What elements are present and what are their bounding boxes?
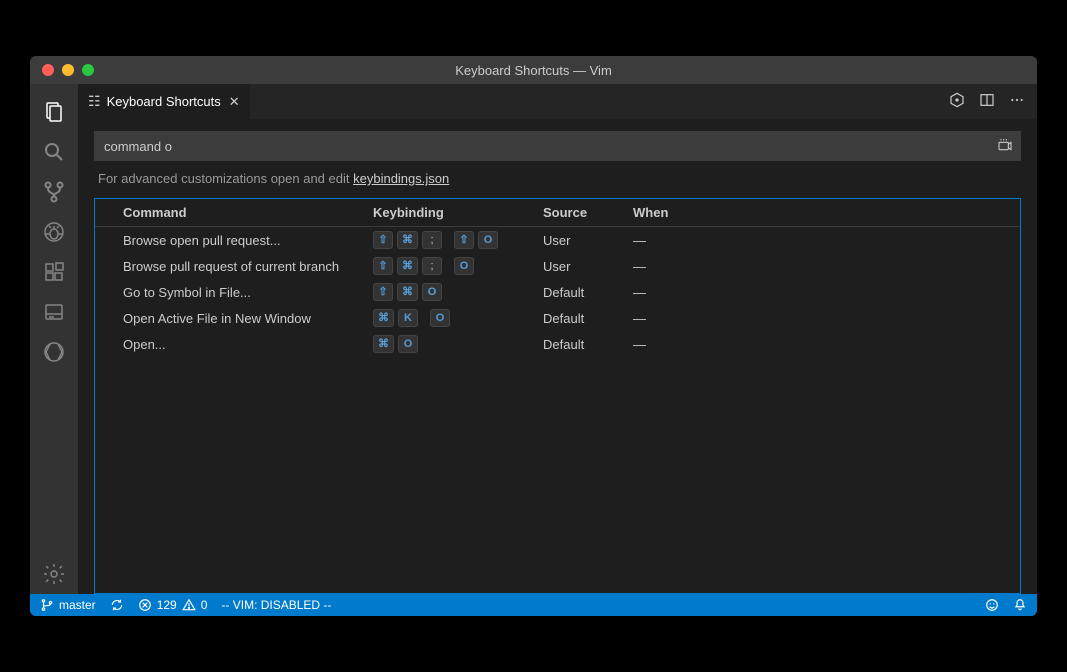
column-source[interactable]: Source (535, 199, 625, 227)
key-cap: O (454, 257, 474, 275)
problems-status[interactable]: 129 0 (138, 598, 208, 612)
window-title: Keyboard Shortcuts — Vim (455, 63, 612, 78)
debug-icon[interactable] (30, 212, 78, 252)
split-editor-icon[interactable] (979, 92, 995, 111)
source-cell: Default (535, 305, 625, 331)
window-close-button[interactable] (42, 64, 54, 76)
customization-hint: For advanced customizations open and edi… (94, 161, 1021, 198)
key-cap: ; (422, 231, 442, 249)
git-branch-status[interactable]: master (40, 598, 96, 612)
app-window: Keyboard Shortcuts — Vim (30, 56, 1037, 616)
key-cap: ⌘ (373, 335, 394, 353)
keybindings-table-wrap: Command Keybinding Source When Browse op… (94, 198, 1021, 594)
command-cell: Open Active File in New Window (95, 305, 365, 331)
key-cap: ⌘ (373, 309, 394, 327)
column-when[interactable]: When (625, 199, 1020, 227)
command-cell: Browse pull request of current branch (95, 253, 365, 279)
table-header-row: Command Keybinding Source When (95, 199, 1020, 227)
sync-status[interactable] (110, 598, 124, 612)
tab-actions (949, 84, 1037, 119)
status-bar: master 129 0 -- VIM: DISABLED -- (30, 594, 1037, 616)
table-row[interactable]: Browse pull request of current branch⇧⌘;… (95, 253, 1020, 279)
window-minimize-button[interactable] (62, 64, 74, 76)
when-cell: — (625, 253, 1020, 279)
column-command[interactable]: Command (95, 199, 365, 227)
window-maximize-button[interactable] (82, 64, 94, 76)
activity-bar (30, 84, 78, 594)
keybindings-table: Command Keybinding Source When Browse op… (95, 199, 1020, 357)
table-row[interactable]: Open...⌘ODefault— (95, 331, 1020, 357)
keybindings-json-link[interactable]: keybindings.json (353, 171, 449, 186)
remote-icon[interactable] (30, 332, 78, 372)
settings-gear-icon[interactable] (30, 554, 78, 594)
key-cap: O (398, 335, 418, 353)
list-icon: ☷ (88, 93, 101, 110)
search-input[interactable] (104, 139, 997, 154)
tabs-row: ☷ Keyboard Shortcuts ✕ (78, 84, 1037, 119)
when-cell: — (625, 305, 1020, 331)
when-cell: — (625, 331, 1020, 357)
more-actions-icon[interactable] (1009, 92, 1025, 111)
key-cap: ⇧ (373, 257, 393, 275)
key-cap: ; (422, 257, 442, 275)
source-cell: Default (535, 331, 625, 357)
tab-label: Keyboard Shortcuts (107, 94, 221, 109)
warning-count: 0 (201, 598, 208, 612)
key-cap: ⇧ (373, 231, 393, 249)
source-cell: User (535, 227, 625, 254)
source-cell: Default (535, 279, 625, 305)
vim-status[interactable]: -- VIM: DISABLED -- (221, 598, 331, 612)
open-keybindings-json-icon[interactable] (949, 92, 965, 111)
command-cell: Browse open pull request... (95, 227, 365, 254)
branch-name: master (59, 598, 96, 612)
key-cap: ⇧ (454, 231, 474, 249)
record-keys-icon[interactable] (997, 137, 1013, 156)
key-cap: ⌘ (397, 283, 418, 301)
feedback-icon[interactable] (985, 598, 999, 612)
keybinding-cell: ⇧⌘O (365, 279, 535, 305)
key-cap: O (430, 309, 450, 327)
key-cap: O (478, 231, 498, 249)
main-area: ☷ Keyboard Shortcuts ✕ (78, 84, 1037, 594)
key-cap: O (422, 283, 442, 301)
when-cell: — (625, 227, 1020, 254)
search-icon[interactable] (30, 132, 78, 172)
key-cap: ⇧ (373, 283, 393, 301)
keybinding-cell: ⇧⌘;⇧O (365, 227, 535, 254)
column-keybinding[interactable]: Keybinding (365, 199, 535, 227)
traffic-lights (30, 64, 94, 76)
keybinding-cell: ⇧⌘; O (365, 253, 535, 279)
close-icon[interactable]: ✕ (229, 94, 240, 110)
command-cell: Go to Symbol in File... (95, 279, 365, 305)
extensions-icon[interactable] (30, 252, 78, 292)
tab-keyboard-shortcuts[interactable]: ☷ Keyboard Shortcuts ✕ (78, 84, 250, 119)
keybindings-search (94, 131, 1021, 161)
table-row[interactable]: Open Active File in New Window⌘KODefault… (95, 305, 1020, 331)
key-cap: ⌘ (397, 231, 418, 249)
notifications-icon[interactable] (1013, 598, 1027, 612)
keybinding-cell: ⌘O (365, 331, 535, 357)
key-cap: ⌘ (397, 257, 418, 275)
source-cell: User (535, 253, 625, 279)
command-cell: Open... (95, 331, 365, 357)
table-row[interactable]: Browse open pull request...⇧⌘;⇧OUser— (95, 227, 1020, 254)
table-row[interactable]: Go to Symbol in File...⇧⌘ODefault— (95, 279, 1020, 305)
editor-content: For advanced customizations open and edi… (78, 119, 1037, 594)
source-control-icon[interactable] (30, 172, 78, 212)
panel-icon[interactable] (30, 292, 78, 332)
error-count: 129 (157, 598, 177, 612)
when-cell: — (625, 279, 1020, 305)
titlebar: Keyboard Shortcuts — Vim (30, 56, 1037, 84)
explorer-icon[interactable] (30, 92, 78, 132)
body-area: ☷ Keyboard Shortcuts ✕ (30, 84, 1037, 594)
key-cap: K (398, 309, 418, 327)
keybinding-cell: ⌘KO (365, 305, 535, 331)
